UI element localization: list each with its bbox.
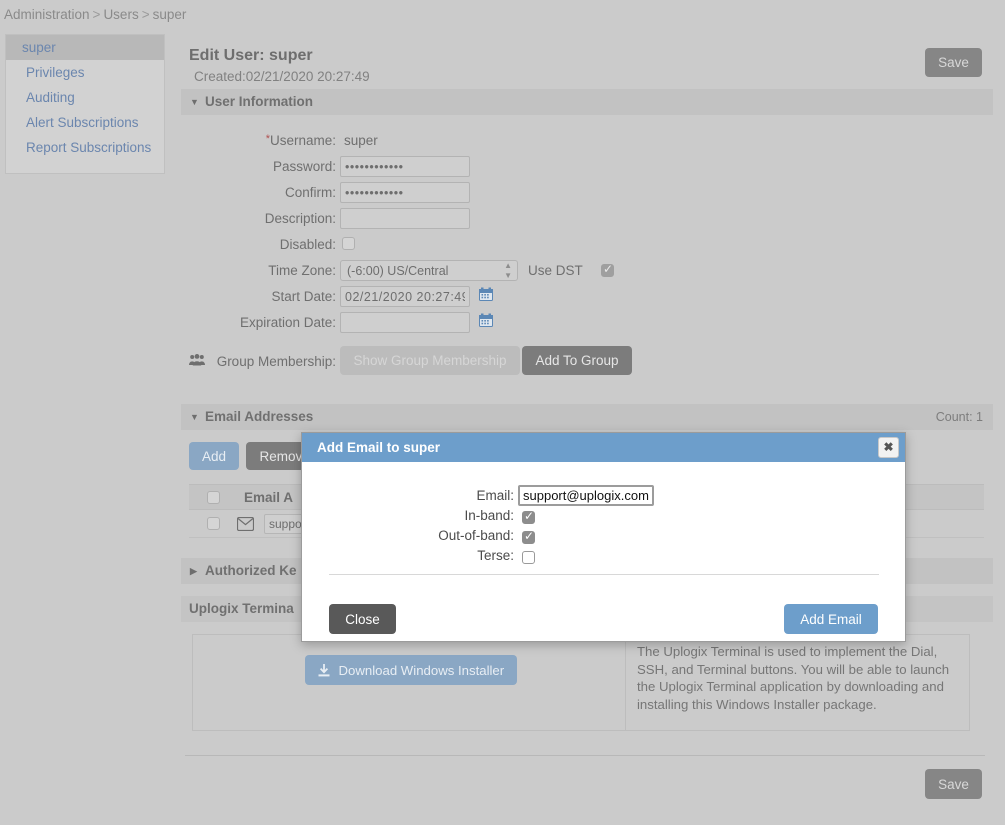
modal-inband-label: In-band: <box>464 508 514 523</box>
modal-row-outofband: Out-of-band: <box>302 528 905 548</box>
sidebar-item-report-subscriptions[interactable]: Report Subscriptions <box>6 135 164 160</box>
modal-email-label: Email: <box>476 488 514 503</box>
sidebar-item-privileges[interactable]: Privileges <box>6 60 164 85</box>
group-membership-label: Group Membership: <box>216 354 336 369</box>
calendar-icon[interactable] <box>479 287 493 302</box>
breadcrumb-item-users[interactable]: Users <box>103 7 138 22</box>
add-email-button[interactable]: Add <box>189 442 239 470</box>
expiration-date-field[interactable] <box>340 312 470 333</box>
sidebar: super Privileges Auditing Alert Subscrip… <box>5 34 165 174</box>
modal-row-email: Email: <box>302 485 905 508</box>
description-label: Description: <box>264 211 336 226</box>
modal-close-button[interactable]: Close <box>329 604 396 634</box>
modal-outofband-label: Out-of-band: <box>438 528 514 543</box>
field-row-description: Description: <box>181 208 993 232</box>
close-icon[interactable]: ✖ <box>878 437 899 458</box>
modal-add-email-button[interactable]: Add Email <box>784 604 878 634</box>
modal-terse-checkbox[interactable] <box>522 551 535 564</box>
description-field[interactable] <box>340 208 470 229</box>
username-label: *Username: <box>265 133 336 148</box>
modal-title: Add Email to super <box>317 440 441 455</box>
disabled-label: Disabled: <box>279 237 336 252</box>
password-label: Password: <box>272 159 336 174</box>
column-header-email-address: Email A <box>244 490 294 505</box>
section-header-email-addresses[interactable]: ▼ Email Addresses Count: 1 <box>181 404 993 430</box>
field-row-start-date: Start Date: <box>181 286 993 310</box>
select-all-checkbox[interactable] <box>207 491 220 504</box>
modal-divider <box>329 574 879 575</box>
timezone-selected-value: (-6:00) US/Central <box>347 264 449 278</box>
field-row-timezone: Time Zone: (-6:00) US/Central ▲ ▼ Use DST <box>181 260 993 284</box>
section-title: User Information <box>205 94 314 109</box>
field-row-username: *Username: super <box>181 131 993 154</box>
download-icon <box>318 663 334 678</box>
row-select-checkbox[interactable] <box>207 517 220 530</box>
user-information-form: *Username: super Password: Confirm: Desc… <box>181 115 993 382</box>
modal-row-inband: In-band: <box>302 508 905 528</box>
modal-row-terse: Terse: <box>302 548 905 568</box>
add-to-group-button[interactable]: Add To Group <box>522 346 632 375</box>
section-title: Email Addresses <box>205 409 314 424</box>
section-header-user-information[interactable]: ▼ User Information <box>181 89 993 115</box>
password-field[interactable] <box>340 156 470 177</box>
field-row-password: Password: <box>181 156 993 180</box>
uplogix-terminal-left-pane: Download Windows Installer <box>193 635 625 730</box>
uplogix-terminal-description: The Uplogix Terminal is used to implemen… <box>625 635 970 730</box>
envelope-icon <box>236 516 255 534</box>
breadcrumb-item-administration[interactable]: Administration <box>4 7 90 22</box>
page-root: Administration > Users > super super Privile… <box>0 0 1005 825</box>
page-title: Edit User: super <box>189 47 313 64</box>
calendar-icon[interactable] <box>479 313 493 328</box>
modal-header: Add Email to super ✖ <box>302 433 905 462</box>
chevron-down-icon: ▼ <box>190 97 199 107</box>
field-row-group-membership: Group Membership: Show Group Membership … <box>181 346 993 382</box>
use-dst-checkbox[interactable] <box>601 262 614 277</box>
timezone-label: Time Zone: <box>268 263 336 278</box>
chevron-down-icon: ▼ <box>190 412 199 422</box>
sidebar-item-auditing[interactable]: Auditing <box>6 85 164 110</box>
show-group-membership-button[interactable]: Show Group Membership <box>340 346 520 375</box>
disabled-checkbox[interactable] <box>342 237 355 250</box>
modal-outofband-checkbox[interactable] <box>522 529 535 544</box>
uplogix-terminal-body: Download Windows Installer The Uplogix T… <box>192 634 970 731</box>
expiration-date-label: Expiration Date: <box>239 315 336 330</box>
main-content: Edit User: super Created:02/21/2020 20:2… <box>181 31 993 801</box>
field-row-disabled: Disabled: <box>181 235 993 258</box>
save-button-top[interactable]: Save <box>925 48 982 77</box>
modal-terse-label: Terse: <box>477 548 514 563</box>
section-title: Authorized Ke <box>205 563 297 578</box>
breadcrumb-separator: > <box>92 7 101 22</box>
sidebar-item-alert-subscriptions[interactable]: Alert Subscriptions <box>6 110 164 135</box>
chevron-updown-icon: ▲ ▼ <box>504 261 512 280</box>
confirm-field[interactable] <box>340 182 470 203</box>
footer-divider <box>185 755 985 756</box>
breadcrumb-separator: > <box>141 7 150 22</box>
modal-email-input[interactable] <box>518 485 654 506</box>
breadcrumb-item-super[interactable]: super <box>153 7 187 22</box>
modal-body: Email: In-band: Out-of-band: Terse: <box>302 462 905 602</box>
use-dst-label: Use DST <box>528 263 583 278</box>
chevron-right-icon: ▶ <box>190 566 197 576</box>
add-email-modal: Add Email to super ✖ Email: In-band: Out… <box>301 432 906 642</box>
download-windows-installer-button[interactable]: Download Windows Installer <box>305 655 517 685</box>
field-row-confirm: Confirm: <box>181 182 993 206</box>
username-value: super <box>344 133 378 148</box>
download-button-label: Download Windows Installer <box>338 662 505 678</box>
start-date-field[interactable] <box>340 286 470 307</box>
email-count-badge: Count: 1 <box>935 410 983 424</box>
page-header: Edit User: super Created:02/21/2020 20:2… <box>181 31 993 89</box>
confirm-label: Confirm: <box>284 185 336 200</box>
breadcrumb: Administration > Users > super <box>0 0 1005 30</box>
timezone-select[interactable]: (-6:00) US/Central ▲ ▼ <box>340 260 518 281</box>
modal-footer: Close Add Email <box>302 602 905 642</box>
modal-inband-checkbox[interactable] <box>522 509 535 524</box>
save-button-bottom[interactable]: Save <box>925 769 982 799</box>
start-date-label: Start Date: <box>271 289 336 304</box>
page-created-timestamp: Created:02/21/2020 20:27:49 <box>194 69 370 84</box>
sidebar-item-super[interactable]: super <box>6 35 164 60</box>
field-row-expiration-date: Expiration Date: <box>181 312 993 336</box>
